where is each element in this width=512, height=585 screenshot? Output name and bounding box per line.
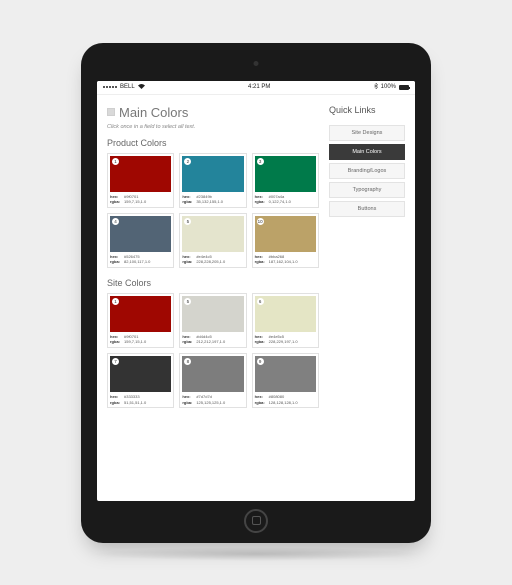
swatch-meta: hex:#e4e5c5rgba:228,229,197,1.0 [255,334,316,345]
main-column: Main Colors Click once in a field to sel… [107,105,319,501]
rgba-label: rgba: [110,400,122,406]
swatch-meta: hex:#e4e4c5rgba:228,228,205,1.0 [182,254,243,265]
quick-link-buttons[interactable]: Buttons [329,201,405,217]
rgba-label: rgba: [182,339,194,345]
rgba-label: rgba: [110,259,122,265]
quick-links-list: Site Designs Main Colors Branding/Logos Typ… [329,125,405,217]
color-swatch[interactable]: 9 hex:#808080rgba:128,128,128,1.0 [252,353,319,408]
swatch-number: 1 [112,298,119,305]
battery-icon [399,85,409,90]
color-chip [110,216,171,252]
swatch-meta: hex:#9f0701rgba:159,7,15,1.0 [110,194,171,205]
rgba-value[interactable]: 51,51,51,1.0 [124,400,146,406]
device-camera [254,61,259,66]
swatch-number: 1 [112,158,119,165]
clock: 4:21 PM [248,84,270,90]
carrier-label: BELL [120,84,135,90]
rgba-value[interactable]: 125,125,125,1.0 [196,400,225,406]
color-chip [182,296,243,332]
color-chip [182,216,243,252]
swatch-number: 3 [257,158,264,165]
rgba-value[interactable]: 82,100,117,1.0 [124,259,150,265]
wifi-icon [138,84,145,91]
rgba-label: rgba: [255,259,267,265]
rgba-label: rgba: [182,199,194,205]
page-title: Main Colors [119,105,188,120]
section-heading-site: Site Colors [107,278,319,288]
color-swatch[interactable]: 5hex:#d4d4c5rgba:212,212,197,1.0 [179,293,246,348]
rgba-label: rgba: [182,259,194,265]
site-colors-grid: 1 hex:#9f0701rgba:159,7,15,1.0 5hex:#d4d4c… [107,293,319,408]
quick-link-site-designs[interactable]: Site Designs [329,125,405,141]
color-chip [255,356,316,392]
home-button[interactable] [244,509,268,533]
color-swatch[interactable]: 6 hex:#e4e5c5rgba:228,229,197,1.0 [252,293,319,348]
color-swatch[interactable]: 5 hex:#e4e4c5rgba:228,228,205,1.0 [179,213,246,268]
rgba-value[interactable]: 187,162,104,1.0 [269,259,298,265]
color-swatch[interactable]: 3 hex:#007a4argba:0,122,74,1.0 [252,153,319,208]
swatch-number: 6 [257,298,264,305]
color-swatch[interactable]: 2 hex:#23849brgba:35,132,155,1.0 [179,153,246,208]
screen: BELL 4:21 PM 100% Main Colors Cli [97,81,415,501]
color-chip [255,216,316,252]
swatch-meta: hex:#9f0701rgba:159,7,15,1.0 [110,334,171,345]
color-swatch[interactable]: 10 hex:#bba268rgba:187,162,104,1.0 [252,213,319,268]
color-swatch[interactable]: 7 hex:#333333rgba:51,51,51,1.0 [107,353,174,408]
swatch-meta: hex:#808080rgba:128,128,128,1.0 [255,394,316,405]
swatch-meta: hex:#d4d4c5rgba:212,212,197,1.0 [182,334,243,345]
status-bar: BELL 4:21 PM 100% [97,81,415,95]
quick-links-heading: Quick Links [329,105,405,115]
quick-link-main-colors[interactable]: Main Colors [329,144,405,160]
swatch-number: 10 [257,218,264,225]
ipad-frame: BELL 4:21 PM 100% Main Colors Cli [81,43,431,543]
rgba-value[interactable]: 228,228,205,1.0 [196,259,225,265]
rgba-value[interactable]: 228,229,197,1.0 [269,339,298,345]
quick-link-typography[interactable]: Typography [329,182,405,198]
bluetooth-icon [374,83,378,91]
color-swatch[interactable]: 1 hex:#9f0701rgba:159,7,15,1.0 [107,293,174,348]
rgba-label: rgba: [110,339,122,345]
page-hint: Click once in a field to select all text… [107,124,319,130]
battery-pct: 100% [381,84,396,90]
rgba-label: rgba: [255,339,267,345]
rgba-value[interactable]: 212,212,197,1.0 [196,339,225,345]
product-colors-grid: 1 hex:#9f0701rgba:159,7,15,1.0 2 hex:#23849… [107,153,319,268]
color-swatch[interactable]: 4 hex:#526475rgba:82,100,117,1.0 [107,213,174,268]
signal-dots-icon [103,86,117,88]
color-chip [182,356,243,392]
rgba-label: rgba: [255,400,267,406]
rgba-value[interactable]: 0,122,74,1.0 [269,199,291,205]
swatch-meta: hex:#23849brgba:35,132,155,1.0 [182,194,243,205]
color-swatch[interactable]: 8hex:#7d7d7drgba:125,125,125,1.0 [179,353,246,408]
color-chip [110,156,171,192]
swatch-meta: hex:#333333rgba:51,51,51,1.0 [110,394,171,405]
rgba-value[interactable]: 128,128,128,1.0 [269,400,298,406]
color-chip [255,156,316,192]
swatch-meta: hex:#bba268rgba:187,162,104,1.0 [255,254,316,265]
swatch-number: 4 [112,218,119,225]
quick-link-branding-logos[interactable]: Branding/Logos [329,163,405,179]
color-chip [110,356,171,392]
color-swatch[interactable]: 1 hex:#9f0701rgba:159,7,15,1.0 [107,153,174,208]
page-title-icon [107,108,115,116]
rgba-value[interactable]: 159,7,15,1.0 [124,339,146,345]
rgba-value[interactable]: 159,7,15,1.0 [124,199,146,205]
swatch-number: 5 [184,218,191,225]
swatch-meta: hex:#007a4argba:0,122,74,1.0 [255,194,316,205]
color-chip [255,296,316,332]
rgba-label: rgba: [255,199,267,205]
swatch-meta: hex:#526475rgba:82,100,117,1.0 [110,254,171,265]
rgba-label: rgba: [110,199,122,205]
swatch-number: 2 [184,158,191,165]
device-shadow [91,547,421,561]
rgba-value[interactable]: 35,132,155,1.0 [196,199,223,205]
swatch-number: 7 [112,358,119,365]
swatch-number: 9 [257,358,264,365]
section-heading-product: Product Colors [107,138,319,148]
swatch-meta: hex:#7d7d7drgba:125,125,125,1.0 [182,394,243,405]
color-chip [110,296,171,332]
rgba-label: rgba: [182,400,194,406]
color-chip [182,156,243,192]
sidebar: Quick Links Site Designs Main Colors Brand… [329,105,405,501]
